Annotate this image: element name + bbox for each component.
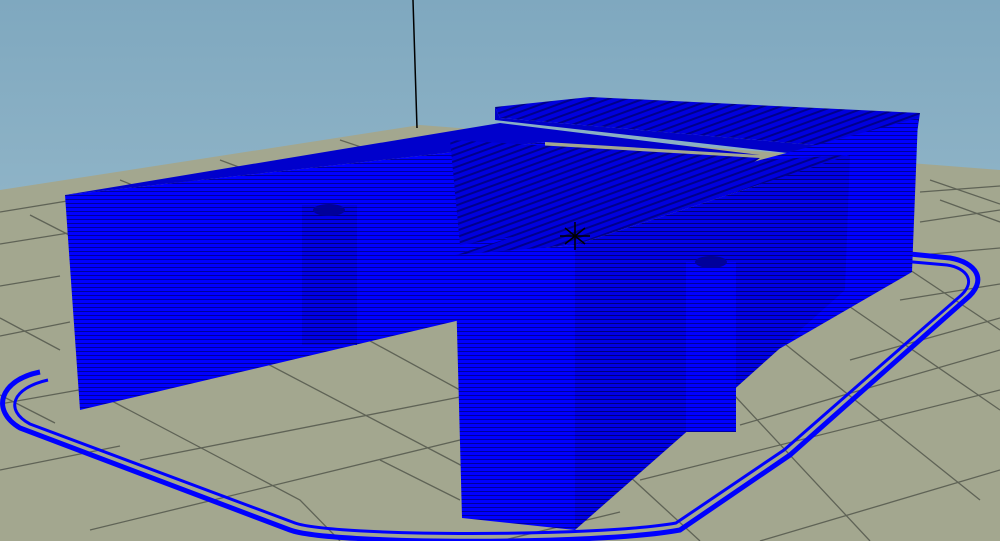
standoff-right — [686, 256, 736, 432]
gcode-preview-viewport[interactable] — [0, 0, 1000, 541]
toolpath-3d-view[interactable] — [0, 0, 1000, 541]
front-wall-face — [455, 245, 575, 530]
standoff-left — [302, 204, 357, 345]
